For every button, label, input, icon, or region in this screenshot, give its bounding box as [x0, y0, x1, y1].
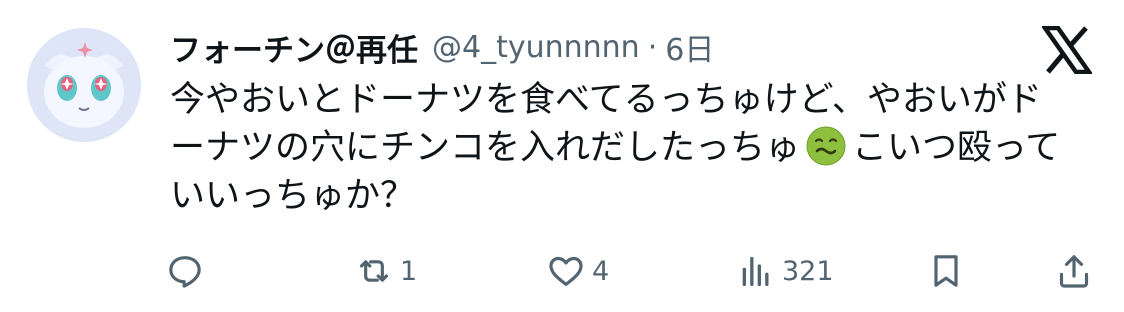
nauseated-face-icon [806, 126, 846, 166]
share-button[interactable] [1054, 246, 1094, 296]
timestamp[interactable]: 6日 [665, 25, 714, 69]
user-handle[interactable]: @4_tyunnnnn [432, 30, 640, 65]
display-name[interactable]: フォーチン＠再任 [170, 25, 418, 70]
avatar-image [27, 28, 141, 142]
retweet-button[interactable]: 1 [354, 246, 417, 296]
retweet-count: 1 [400, 255, 418, 287]
tweet-text-line: ーナツの穴にチンコを入れだしたっちゅ こいつ殴って [170, 124, 1100, 172]
tweet-header: フォーチン＠再任 @4_tyunnnnn · 6日 [170, 24, 714, 70]
tweet-text: 今やおいとドーナツを食べてるっちゅけど、やおいがド ーナツの穴にチンコを入れだし… [170, 76, 1100, 220]
bookmark-button[interactable] [926, 246, 966, 296]
share-icon [1059, 255, 1089, 288]
tweet-text-line: 今やおいとドーナツを食べてるっちゅけど、やおいがド [170, 80, 1042, 120]
like-count: 4 [592, 255, 610, 287]
views-icon [742, 256, 769, 286]
reply-icon [169, 256, 201, 288]
x-logo-icon [1042, 26, 1092, 74]
tweet-text-segment: ーナツの穴にチンコを入れだしたっちゅ [170, 128, 801, 168]
tweet-text-segment: こいつ殴って [852, 128, 1061, 168]
tweet-card[interactable]: フォーチン＠再任 @4_tyunnnnn · 6日 今やおいとドーナツを食べてる… [0, 0, 1124, 312]
views-count: 321 [782, 255, 834, 287]
like-button[interactable]: 4 [546, 246, 609, 296]
tweet-text-line: いいっちゅか？ [170, 176, 416, 216]
reply-button[interactable] [165, 246, 211, 296]
views-button[interactable]: 321 [736, 246, 834, 296]
retweet-icon [359, 260, 389, 282]
action-bar: 1 4 321 [0, 246, 1124, 296]
avatar[interactable] [27, 28, 141, 142]
separator-dot: · [647, 29, 658, 65]
bookmark-icon [934, 255, 958, 287]
heart-icon [549, 256, 583, 286]
